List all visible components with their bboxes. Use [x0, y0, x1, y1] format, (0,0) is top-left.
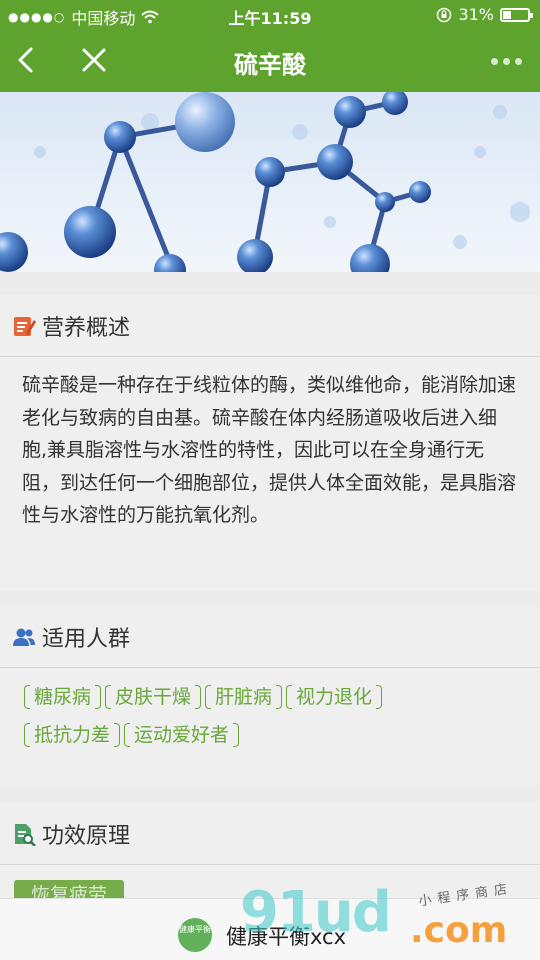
- audience-tags: 糖尿病 皮肤干燥 肝脏病 视力退化 抵抗力差 运动爱好者: [0, 668, 470, 750]
- effect-header: 功效原理: [0, 803, 540, 865]
- overview-heading: 营养概述: [42, 315, 131, 341]
- audience-tag[interactable]: 皮肤干燥: [105, 682, 202, 712]
- audience-tag[interactable]: 视力退化: [286, 682, 383, 712]
- app-name[interactable]: 健康平衡xcx: [226, 921, 346, 951]
- edit-document-icon: [14, 316, 36, 336]
- orientation-lock-icon: [437, 7, 452, 22]
- users-icon: [13, 628, 35, 646]
- audience-card: 适用人群 糖尿病 皮肤干燥 肝脏病 视力退化 抵抗力差 运动爱好者: [0, 606, 540, 786]
- document-search-icon: [15, 823, 36, 846]
- audience-header: 适用人群: [0, 606, 540, 668]
- status-bar: ●●●●○ 中国移动 上午11:59 31%: [0, 0, 540, 30]
- audience-tag[interactable]: 肝脏病: [205, 682, 283, 712]
- effect-heading: 功效原理: [42, 823, 131, 849]
- nav-bar: 硫辛酸: [0, 30, 540, 92]
- overview-header: 营养概述: [0, 295, 540, 357]
- status-right: 31%: [436, 5, 533, 24]
- overview-card: 营养概述 硫辛酸是一种存在于线粒体的酶，类似维他命，能消除加速老化与致病的自由基…: [0, 295, 540, 591]
- battery-percent: 31%: [458, 5, 494, 24]
- audience-tag[interactable]: 抵抗力差: [24, 720, 121, 750]
- bottom-bar: 健康平衡 健康平衡xcx: [0, 898, 540, 960]
- more-icon[interactable]: [491, 58, 522, 65]
- page-title: 硫辛酸: [234, 51, 306, 79]
- audience-tag[interactable]: 糖尿病: [24, 682, 102, 712]
- battery-icon: [500, 7, 533, 22]
- molecule-banner-image: [0, 92, 540, 272]
- audience-heading: 适用人群: [42, 626, 131, 652]
- overview-text: 硫辛酸是一种存在于线粒体的酶，类似维他命，能消除加速老化与致病的自由基。硫辛酸在…: [22, 374, 517, 526]
- app-logo[interactable]: 健康平衡: [178, 918, 212, 952]
- audience-tag[interactable]: 运动爱好者: [124, 720, 240, 750]
